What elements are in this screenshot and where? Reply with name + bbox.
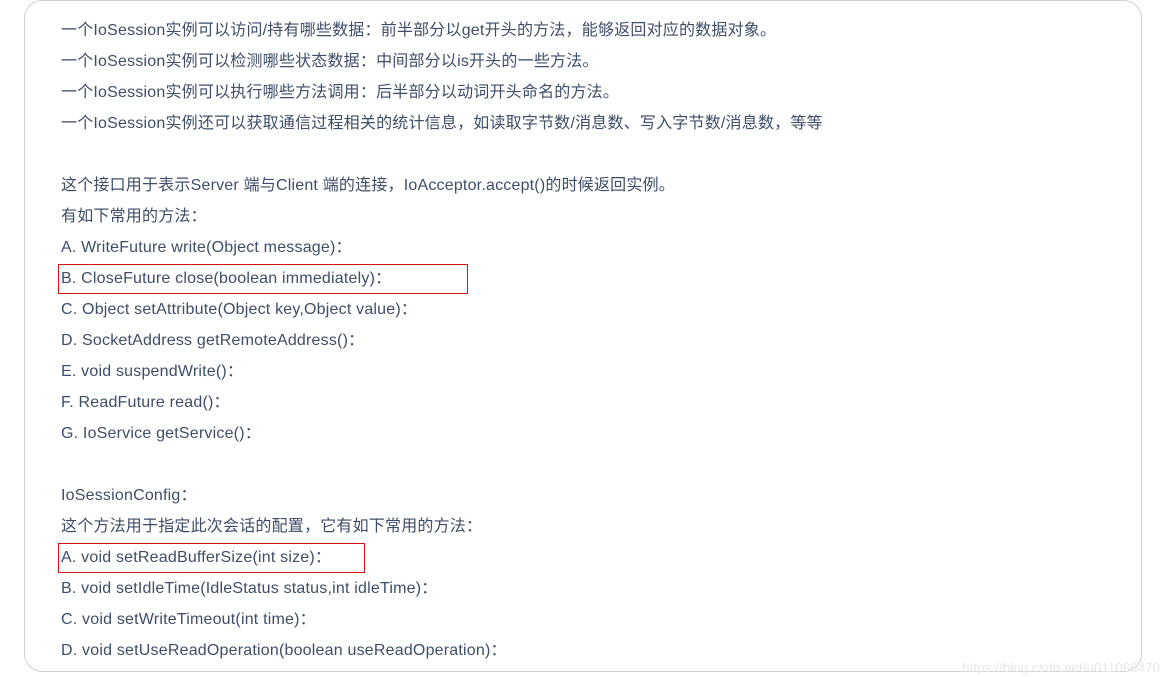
method-item: D. SocketAddress getRemoteAddress()： (61, 325, 1105, 356)
watermark-text: https://blog.csdn.net/u011066470 (962, 660, 1160, 675)
blank-line (61, 139, 1105, 170)
document-container: 一个IoSession实例可以访问/持有哪些数据：前半部分以get开头的方法，能… (24, 0, 1142, 672)
text-line: 一个IoSession实例可以检测哪些状态数据：中间部分以is开头的一些方法。 (61, 46, 1105, 77)
method-item-highlighted: B. CloseFuture close(boolean immediately… (61, 263, 1105, 294)
red-box-highlight: A. void setReadBufferSize(int size)： (58, 543, 365, 573)
text-line: 一个IoSession实例可以执行哪些方法调用：后半部分以动词开头命名的方法。 (61, 77, 1105, 108)
method-item: B. void setIdleTime(IdleStatus status,in… (61, 573, 1105, 604)
method-item: D. void setUseReadOperation(boolean useR… (61, 635, 1105, 666)
text-line: 有如下常用的方法： (61, 201, 1105, 232)
method-item: E. void suspendWrite()： (61, 356, 1105, 387)
method-item: A. WriteFuture write(Object message)： (61, 232, 1105, 263)
text-line: 这个方法用于指定此次会话的配置，它有如下常用的方法： (61, 511, 1105, 542)
text-line: 一个IoSession实例还可以获取通信过程相关的统计信息，如读取字节数/消息数… (61, 108, 1105, 139)
method-item: C. Object setAttribute(Object key,Object… (61, 294, 1105, 325)
method-item: F. ReadFuture read()： (61, 387, 1105, 418)
method-item: C. void setWriteTimeout(int time)： (61, 604, 1105, 635)
method-item: G. IoService getService()： (61, 418, 1105, 449)
method-item-highlighted: A. void setReadBufferSize(int size)： (61, 542, 1105, 573)
watermark-link[interactable]: https://blog.csdn.net/u011066470 (962, 660, 1160, 675)
text-line: 这个接口用于表示Server 端与Client 端的连接，IoAcceptor.… (61, 170, 1105, 201)
red-box-highlight: B. CloseFuture close(boolean immediately… (58, 264, 468, 294)
text-line: 一个IoSession实例可以访问/持有哪些数据：前半部分以get开头的方法，能… (61, 15, 1105, 46)
blank-line (61, 449, 1105, 480)
section-heading: IoSessionConfig： (61, 480, 1105, 511)
